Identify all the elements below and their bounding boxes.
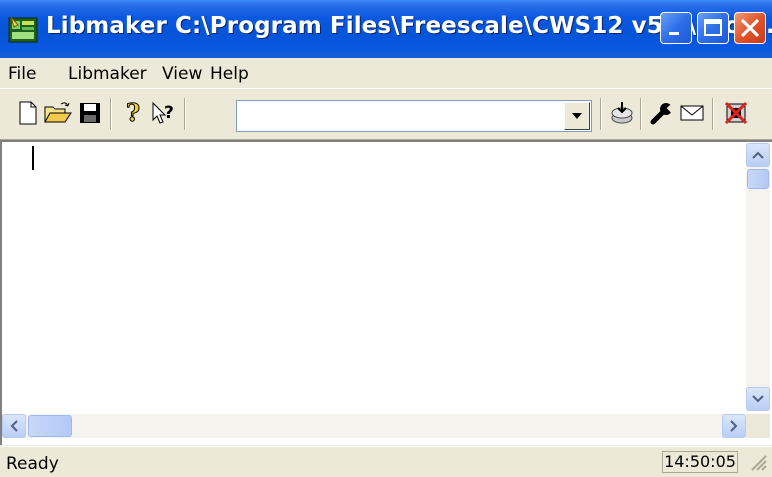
status-text: Ready bbox=[6, 454, 59, 474]
toolbar-separator bbox=[712, 98, 714, 130]
title-bar[interactable]: Libmaker C:\Program Files\Freescale\CWS1… bbox=[0, 0, 772, 58]
save-button[interactable] bbox=[76, 98, 104, 128]
new-file-icon bbox=[19, 101, 37, 125]
scroll-down-button[interactable] bbox=[746, 387, 770, 411]
combo-dropdown-button[interactable] bbox=[564, 102, 590, 130]
status-bar: Ready bbox=[0, 446, 772, 477]
maximize-icon bbox=[704, 19, 722, 36]
process-icon bbox=[611, 102, 633, 124]
new-file-button[interactable] bbox=[14, 98, 42, 128]
horizontal-scroll-thumb[interactable] bbox=[28, 415, 72, 437]
minimize-button[interactable] bbox=[660, 12, 692, 44]
scroll-right-button[interactable] bbox=[722, 414, 746, 438]
svg-text:?: ? bbox=[164, 103, 174, 123]
libmaker-app-icon bbox=[8, 16, 38, 43]
status-clock: 14:50:05 bbox=[662, 451, 738, 473]
menu-bar: File Libmaker View Help bbox=[0, 58, 772, 88]
context-help-button[interactable]: ? bbox=[150, 98, 178, 128]
text-caret bbox=[32, 146, 34, 170]
vertical-scrollbar[interactable] bbox=[746, 143, 770, 411]
maximize-button[interactable] bbox=[697, 12, 729, 44]
minimize-icon bbox=[669, 32, 679, 35]
app-window: Libmaker C:\Program Files\Freescale\CWS1… bbox=[0, 0, 772, 477]
chevron-right-icon bbox=[730, 420, 738, 432]
menu-file[interactable]: File bbox=[8, 64, 36, 84]
help-button[interactable]: ? bbox=[120, 98, 148, 128]
toolbar-separator bbox=[600, 98, 602, 130]
editor-area[interactable] bbox=[0, 140, 772, 445]
command-combo[interactable] bbox=[236, 100, 592, 132]
context-help-icon: ? bbox=[152, 101, 174, 124]
options-wrench-icon bbox=[650, 103, 674, 125]
chevron-left-icon bbox=[10, 420, 18, 432]
chevron-down-icon bbox=[752, 395, 764, 403]
horizontal-scrollbar[interactable] bbox=[2, 414, 746, 438]
help-icon: ? bbox=[126, 100, 141, 126]
vertical-scroll-thumb[interactable] bbox=[747, 169, 769, 189]
close-icon bbox=[741, 19, 759, 37]
message-button[interactable] bbox=[678, 98, 706, 128]
stop-cancel-icon bbox=[724, 101, 748, 125]
menu-help[interactable]: Help bbox=[210, 64, 249, 84]
stop-button[interactable] bbox=[722, 98, 750, 128]
chevron-up-icon bbox=[752, 151, 764, 159]
svg-text:?: ? bbox=[126, 100, 140, 126]
scroll-up-button[interactable] bbox=[746, 143, 770, 167]
resize-grip-icon[interactable] bbox=[748, 452, 768, 472]
menu-view[interactable]: View bbox=[162, 64, 202, 84]
open-folder-icon bbox=[44, 102, 72, 123]
message-envelope-icon bbox=[680, 105, 704, 121]
scroll-left-button[interactable] bbox=[2, 414, 26, 438]
toolbar-separator bbox=[110, 98, 112, 130]
scrollbar-corner bbox=[746, 414, 770, 438]
toolbar-separator bbox=[184, 98, 186, 130]
close-button[interactable] bbox=[734, 12, 766, 44]
chevron-down-icon bbox=[572, 113, 582, 119]
options-button[interactable] bbox=[648, 98, 676, 128]
process-button[interactable] bbox=[608, 98, 636, 128]
open-button[interactable] bbox=[44, 98, 72, 128]
save-icon bbox=[80, 103, 100, 123]
toolbar-separator bbox=[640, 98, 642, 130]
menu-libmaker[interactable]: Libmaker bbox=[68, 64, 147, 84]
